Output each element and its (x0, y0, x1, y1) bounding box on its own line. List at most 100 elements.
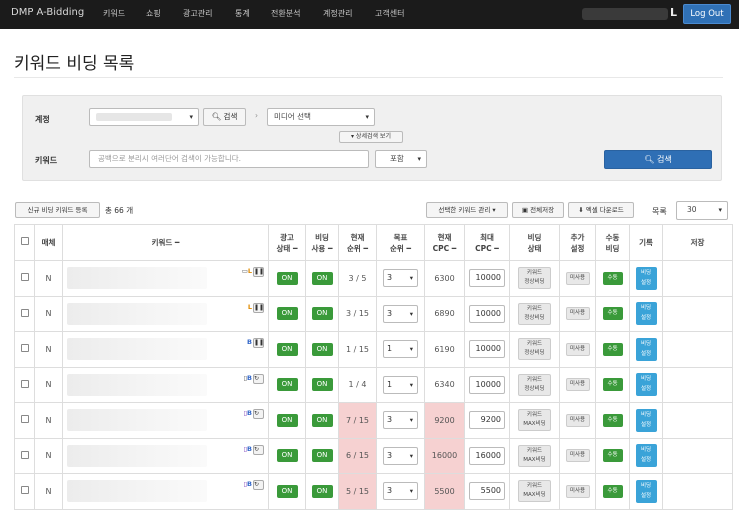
target-rank-cell[interactable]: 3 ▾ (376, 437, 425, 474)
nav-statistics[interactable]: 통계 (235, 8, 250, 19)
match-select[interactable]: 포함 ▾ (375, 150, 427, 168)
max-cpc-cell[interactable]: 16000 (464, 437, 510, 474)
max-cpc-input[interactable]: 9200 (469, 411, 505, 430)
media-select[interactable]: 미디어 선택 ▾ (267, 108, 375, 126)
select-all-header[interactable] (14, 224, 35, 261)
keyword-cell[interactable]: ▯B ↻ (62, 437, 269, 474)
target-rank-select[interactable]: 3 ▾ (383, 482, 418, 501)
bid-use-cell[interactable]: ON (305, 366, 339, 403)
bid-use-cell[interactable]: ON (305, 260, 339, 297)
col-target-rank[interactable]: 목표 순위 ━ (376, 224, 425, 261)
ad-status-toggle[interactable]: ON (276, 413, 298, 427)
refresh-icon[interactable]: ↻ (253, 373, 264, 384)
col-keyword[interactable]: 키워드 ━ (62, 224, 269, 261)
save-cell[interactable] (662, 295, 733, 332)
refresh-icon[interactable]: ↻ (253, 480, 264, 490)
manual-bid-cell[interactable]: 수동 (595, 260, 630, 297)
bid-use-cell[interactable]: ON (305, 295, 339, 332)
save-cell[interactable] (662, 260, 733, 297)
target-rank-cell[interactable]: 3 ▾ (376, 295, 425, 332)
manual-bid-cell[interactable]: 수동 (595, 473, 630, 510)
keyword-input[interactable]: 공백으로 분리시 여러단어 검색이 가능합니다. (89, 150, 369, 168)
target-rank-cell[interactable]: 3 ▾ (376, 260, 425, 297)
manual-bid-cell[interactable]: 수동 (595, 437, 630, 474)
max-cpc-cell[interactable]: 10000 (464, 366, 510, 403)
nav-account-management[interactable]: 계정관리 (323, 8, 352, 19)
target-rank-select[interactable]: 3 ▾ (383, 269, 418, 288)
manual-bid-button[interactable]: 수동 (602, 449, 623, 463)
extra-settings-button[interactable]: 미사용 (565, 413, 590, 427)
logout-button[interactable]: Log Out (683, 4, 731, 24)
manual-bid-cell[interactable]: 수동 (595, 402, 630, 439)
keyword-cell[interactable]: ▯B ↻ (62, 366, 269, 403)
ad-status-toggle[interactable]: ON (276, 378, 298, 392)
row-select-cell[interactable] (14, 366, 35, 403)
save-cell[interactable] (662, 366, 733, 403)
save-cell[interactable] (662, 402, 733, 439)
extra-settings-cell[interactable]: 미사용 (559, 331, 596, 368)
bid-settings-button[interactable]: 비딩 설정 (635, 479, 657, 503)
ad-status-toggle[interactable]: ON (276, 484, 298, 498)
bid-settings-button[interactable]: 비딩 설정 (635, 373, 657, 397)
refresh-icon[interactable]: ↻ (253, 409, 264, 419)
col-bid-use[interactable]: 비딩 사용 ━ (305, 224, 339, 261)
extra-settings-button[interactable]: 미사용 (565, 307, 590, 321)
pause-icon[interactable]: ❚❚ (253, 267, 264, 277)
manual-bid-cell[interactable]: 수동 (595, 331, 630, 368)
bid-use-toggle[interactable]: ON (311, 271, 333, 285)
ad-status-cell[interactable]: ON (268, 295, 306, 332)
row-checkbox[interactable] (20, 308, 29, 317)
keyword-cell[interactable]: L ❚❚ (62, 295, 269, 332)
pause-icon[interactable]: ❚❚ (253, 338, 264, 348)
row-select-cell[interactable] (14, 331, 35, 368)
manual-bid-button[interactable]: 수동 (602, 307, 623, 321)
bid-use-toggle[interactable]: ON (311, 342, 333, 356)
keyword-cell[interactable]: ▯B ↻ (62, 473, 269, 510)
account-search-button[interactable]: 🔍︎ 검색 (203, 108, 246, 126)
manual-bid-cell[interactable]: 수동 (595, 366, 630, 403)
save-all-button[interactable]: ▣ 전체저장 (512, 202, 564, 218)
extra-settings-cell[interactable]: 미사용 (559, 402, 596, 439)
row-select-cell[interactable] (14, 295, 35, 332)
save-cell[interactable] (662, 437, 733, 474)
ad-status-cell[interactable]: ON (268, 473, 306, 510)
bid-use-toggle[interactable]: ON (311, 484, 333, 498)
ad-status-toggle[interactable]: ON (276, 307, 298, 321)
target-rank-cell[interactable]: 3 ▾ (376, 402, 425, 439)
log-cell[interactable]: 비딩 설정 (629, 295, 663, 332)
ad-status-toggle[interactable]: ON (276, 342, 298, 356)
extra-settings-button[interactable]: 미사용 (565, 484, 590, 498)
max-cpc-input[interactable]: 5500 (469, 482, 505, 501)
max-cpc-input[interactable]: 10000 (469, 304, 505, 323)
max-cpc-cell[interactable]: 5500 (464, 473, 510, 510)
keyword-cell[interactable]: ▭L ❚❚ (62, 260, 269, 297)
max-cpc-input[interactable]: 10000 (469, 269, 505, 288)
manual-bid-button[interactable]: 수동 (602, 342, 623, 356)
row-checkbox[interactable] (20, 486, 29, 495)
manual-bid-cell[interactable]: 수동 (595, 295, 630, 332)
pause-icon[interactable]: ❚❚ (253, 302, 264, 313)
manual-bid-button[interactable]: 수동 (602, 271, 623, 285)
bid-use-cell[interactable]: ON (305, 331, 339, 368)
manual-bid-button[interactable]: 수동 (602, 413, 623, 427)
main-search-button[interactable]: 🔍︎ 검색 (604, 150, 712, 169)
bid-settings-button[interactable]: 비딩 설정 (635, 408, 657, 432)
row-checkbox[interactable] (20, 379, 29, 388)
log-cell[interactable]: 비딩 설정 (629, 260, 663, 297)
manual-bid-button[interactable]: 수동 (602, 484, 623, 498)
nav-ad-management[interactable]: 광고관리 (183, 8, 212, 19)
per-page-select[interactable]: 30 ▾ (676, 201, 728, 220)
bid-use-cell[interactable]: ON (305, 437, 339, 474)
bid-settings-button[interactable]: 비딩 설정 (635, 302, 657, 326)
row-checkbox[interactable] (20, 344, 29, 353)
extra-settings-cell[interactable]: 미사용 (559, 473, 596, 510)
log-cell[interactable]: 비딩 설정 (629, 331, 663, 368)
bid-use-toggle[interactable]: ON (311, 413, 333, 427)
extra-settings-cell[interactable]: 미사용 (559, 295, 596, 332)
col-current-cpc[interactable]: 현재 CPC ━ (424, 224, 465, 261)
row-checkbox[interactable] (20, 450, 29, 459)
extra-settings-button[interactable]: 미사용 (565, 271, 590, 285)
brand-logo[interactable]: DMP A-Bidding (11, 7, 84, 18)
ad-status-cell[interactable]: ON (268, 402, 306, 439)
extra-settings-cell[interactable]: 미사용 (559, 366, 596, 403)
